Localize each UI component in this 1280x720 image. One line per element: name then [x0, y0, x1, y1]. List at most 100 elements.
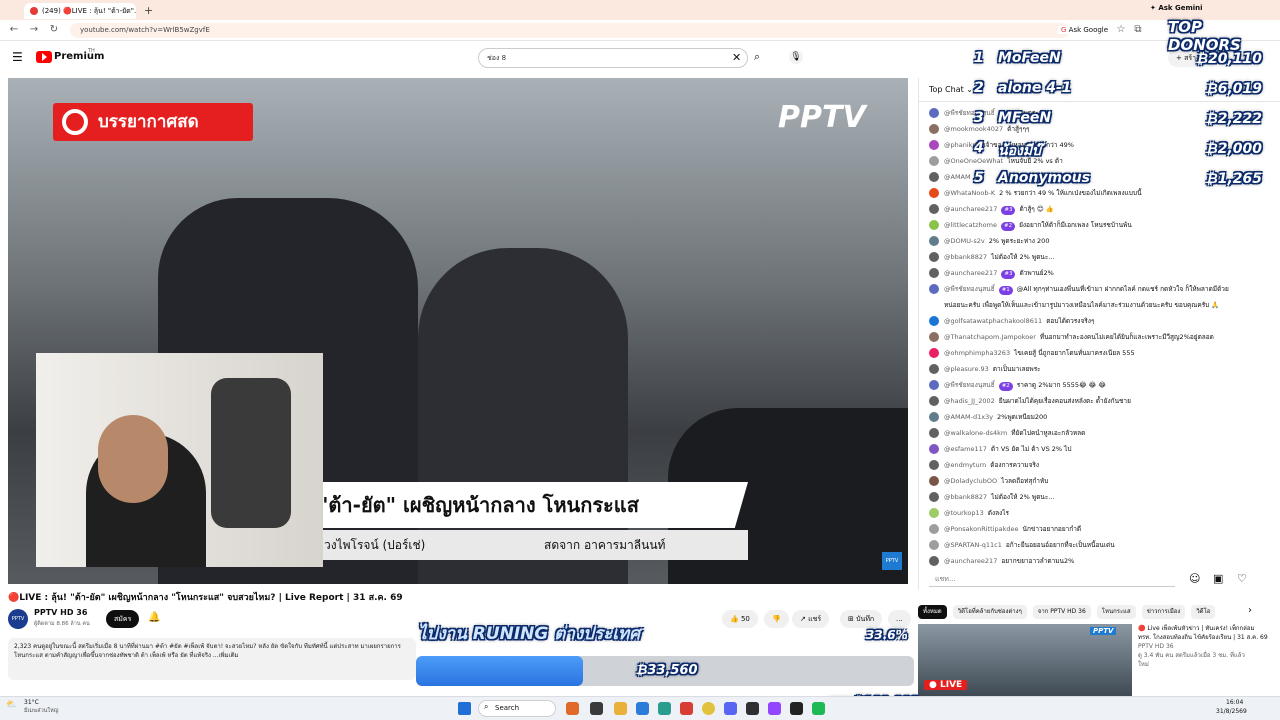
search-input[interactable]: ช่อง 8 — [478, 48, 748, 68]
filter-chip[interactable]: วิดีโอที่คล้ายกับช่องต่างๆ — [952, 605, 1027, 619]
video-description[interactable]: 2,323 คนดูอยู่ในขณะนี้ สตรีมเริ่มเมื่อ 8… — [8, 638, 416, 680]
channel-avatar[interactable]: PPTV — [8, 609, 28, 629]
filter-chip[interactable]: วิดีโอ — [1191, 605, 1216, 619]
chat-author[interactable]: @littlecatzhome — [944, 221, 997, 229]
chat-author[interactable]: @AMAM — [944, 173, 971, 181]
clear-search-icon[interactable]: ✕ — [732, 51, 741, 64]
chat-avatar[interactable] — [929, 428, 939, 438]
chat-avatar[interactable] — [929, 492, 939, 502]
channel-name[interactable]: PPTV HD 36 — [34, 608, 87, 617]
chat-author[interactable]: @tourkop13 — [944, 509, 984, 517]
chat-avatar[interactable] — [929, 444, 939, 454]
chat-author[interactable]: @auncharee217 — [944, 205, 997, 213]
save-button[interactable]: ⊞ บันทึก — [840, 610, 883, 628]
like-button[interactable]: 👍 50 — [722, 610, 758, 628]
chat-avatar[interactable] — [929, 204, 939, 214]
bell-icon[interactable]: 🔔 — [148, 612, 160, 623]
chat-author[interactable]: @auncharee217 — [944, 557, 997, 565]
extensions-icon[interactable]: ⧉ — [1132, 24, 1144, 36]
chat-avatar[interactable] — [929, 396, 939, 406]
chat-avatar[interactable] — [929, 140, 939, 150]
taskbar-app-icon[interactable] — [566, 702, 579, 715]
taskbar-search[interactable]: Search — [478, 700, 556, 717]
url-field[interactable]: youtube.com/watch?v=WrlB5wZgvfE — [70, 23, 1070, 38]
chat-avatar[interactable] — [929, 284, 939, 294]
app-icon-red[interactable] — [680, 702, 693, 715]
chat-avatar[interactable] — [929, 508, 939, 518]
new-tab-button[interactable]: + — [144, 4, 153, 17]
forward-icon[interactable]: → — [28, 24, 40, 36]
menu-icon[interactable]: ☰ — [12, 50, 23, 64]
chat-avatar[interactable] — [929, 316, 939, 326]
chat-avatar[interactable] — [929, 540, 939, 550]
share-button[interactable]: ↗ แชร์ — [792, 610, 830, 628]
chat-author[interactable]: @DoladyclubOO — [944, 477, 997, 485]
edge-icon[interactable] — [636, 702, 649, 715]
subscribe-button[interactable]: สมัคร — [106, 610, 140, 628]
line-icon[interactable] — [812, 702, 825, 715]
more-actions-button[interactable]: ... — [888, 610, 911, 628]
twitch-icon[interactable] — [768, 702, 781, 715]
search-icon[interactable]: ⌕ — [754, 50, 760, 64]
chat-author[interactable]: @bbank8827 — [944, 493, 987, 501]
discord-icon[interactable] — [724, 702, 737, 715]
filter-chip[interactable]: ข่าวการเมือง — [1141, 605, 1186, 619]
filter-chip[interactable]: จาก PPTV HD 36 — [1032, 605, 1091, 619]
start-icon[interactable] — [458, 702, 471, 715]
chat-avatar[interactable] — [929, 268, 939, 278]
chat-avatar[interactable] — [929, 220, 939, 230]
chat-avatar[interactable] — [929, 364, 939, 374]
chat-author[interactable]: @esfame117 — [944, 445, 987, 453]
back-icon[interactable]: ← — [8, 24, 20, 36]
chat-author[interactable]: @พีรชัยทองนุสนธิ์ — [944, 381, 995, 389]
chat-author[interactable]: @pleasure.93 — [944, 365, 989, 373]
task-view-icon[interactable] — [590, 702, 603, 715]
heart-icon[interactable]: ♡ — [1237, 572, 1247, 585]
emoji-icon[interactable]: ☺ — [1189, 572, 1200, 585]
chat-avatar[interactable] — [929, 380, 939, 390]
chat-avatar[interactable] — [929, 124, 939, 134]
chat-avatar[interactable] — [929, 236, 939, 246]
filter-chip[interactable]: ทั้งหมด — [918, 605, 947, 619]
chat-avatar[interactable] — [929, 188, 939, 198]
chat-avatar[interactable] — [929, 300, 939, 310]
chat-avatar[interactable] — [929, 524, 939, 534]
chat-avatar[interactable] — [929, 108, 939, 118]
chat-avatar[interactable] — [929, 332, 939, 342]
chat-author[interactable]: @walkalone-ds4km — [944, 429, 1007, 437]
chat-author[interactable]: @ohmphimpha3263 — [944, 349, 1010, 357]
chat-author[interactable]: @Thanatchapom.Jampokoer — [944, 333, 1036, 341]
chat-avatar[interactable] — [929, 476, 939, 486]
chat-author[interactable]: @hadis_JJ_2002 — [944, 397, 995, 405]
chat-avatar[interactable] — [929, 156, 939, 166]
chat-author[interactable]: @bbank8827 — [944, 253, 987, 261]
chat-author[interactable]: @endmyturn — [944, 461, 986, 469]
recommendation-info[interactable]: 🔴 Live เพ็ลเพ้นหัวข่าว | ทันเคร่ง! เพ็กก… — [1138, 624, 1268, 669]
chrome-icon[interactable] — [702, 702, 715, 715]
chat-author[interactable]: @พีรชัยทองนุสนธิ์ — [944, 285, 995, 293]
reload-icon[interactable]: ↻ — [48, 24, 60, 36]
chat-avatar[interactable] — [929, 348, 939, 358]
chat-avatar[interactable] — [929, 252, 939, 262]
chat-author[interactable]: @AMAM-d1x3y — [944, 413, 993, 421]
microphone-icon[interactable]: 🎙 — [789, 50, 803, 64]
youtube-premium-logo[interactable]: Premium — [54, 51, 104, 62]
chat-author[interactable]: @PonsakonRittipakdee — [944, 525, 1019, 533]
super-chat-icon[interactable]: ▣ — [1213, 572, 1223, 585]
bookmark-star-icon[interactable]: ☆ — [1115, 24, 1127, 36]
dislike-button[interactable]: 👎 — [764, 610, 789, 628]
file-explorer-icon[interactable] — [614, 702, 627, 715]
chat-author[interactable]: @auncharee217 — [944, 269, 997, 277]
chevron-right-icon[interactable]: › — [1248, 605, 1252, 616]
chat-input[interactable]: แชท... — [929, 571, 1175, 587]
capcut-icon[interactable] — [790, 702, 803, 715]
chat-author[interactable]: @SPARTAN-q11c1 — [944, 541, 1002, 549]
filter-chip[interactable]: โหนกระแส — [1096, 605, 1136, 619]
browser-tab[interactable]: (249) 🔴LIVE : ลุ้น! "ต้า-ยัต"... — [24, 3, 136, 19]
store-icon[interactable] — [658, 702, 671, 715]
weather-icon[interactable]: ⛅ — [6, 700, 17, 710]
chat-author[interactable]: @DOMU-s2v — [944, 237, 985, 245]
chat-author[interactable]: @golfsatawatphachakool8611 — [944, 317, 1042, 325]
ask-google-button[interactable]: G Ask Google — [1058, 26, 1112, 34]
chat-avatar[interactable] — [929, 412, 939, 422]
